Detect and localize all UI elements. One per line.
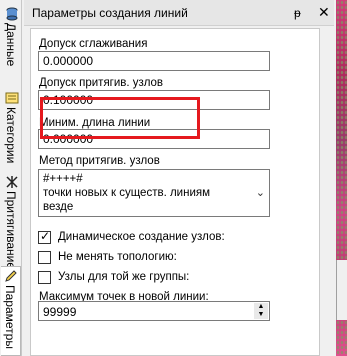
pencil-icon — [5, 270, 17, 282]
same-group-label: Узлы для той же группы: — [58, 271, 190, 283]
max-points-stepper[interactable]: 99999 ▲ ▼ — [38, 301, 270, 321]
panel-titlebar: Параметры создания линий ᵽ ✕ — [24, 0, 334, 26]
tab-snapping[interactable]: Притягивание — [1, 172, 21, 269]
max-points-value: 99999 — [43, 305, 77, 319]
stepper-down-icon[interactable]: ▼ — [254, 311, 268, 319]
tab-parameters[interactable]: Параметры — [1, 266, 21, 356]
snap-method-select[interactable]: #++++# точки новых к существ. линиям вез… — [38, 169, 270, 217]
snap-method-line-1: #++++# — [43, 173, 83, 185]
line-creation-panel: Параметры создания линий ᵽ ✕ Допуск сгла… — [24, 0, 334, 356]
chevron-down-icon[interactable]: ⌄ — [256, 186, 265, 199]
snap-tolerance-label: Допуск притягив. узлов — [39, 77, 164, 89]
dynamic-nodes-label: Динамическое создание узлов: — [58, 231, 225, 243]
checkmark-icon: ✓ — [40, 229, 51, 243]
keep-topology-box[interactable] — [38, 251, 51, 264]
snap-method-line-3: везде — [43, 201, 74, 213]
parameters-form: Допуск сглаживания 0.000000 Допуск притя… — [30, 28, 320, 356]
vertical-tab-strip: Данные Категории Притягивание Параметры — [0, 0, 22, 356]
smoothing-label: Допуск сглаживания — [39, 38, 148, 50]
stepper-up-icon[interactable]: ▲ — [254, 303, 268, 311]
pin-icon[interactable]: ᵽ — [294, 6, 301, 20]
highlight-box — [40, 97, 200, 139]
tab-categories[interactable]: Категории — [1, 88, 21, 168]
dynamic-nodes-box[interactable]: ✓ — [38, 229, 51, 244]
tab-data[interactable]: Данные — [1, 4, 21, 72]
stepper-buttons: ▲ ▼ — [254, 303, 268, 319]
smoothing-input[interactable]: 0.000000 — [38, 51, 270, 71]
snap-method-label: Метод притягив. узлов — [39, 155, 160, 167]
snap-icon — [6, 176, 18, 188]
database-icon — [6, 7, 18, 21]
same-group-box[interactable] — [38, 271, 51, 284]
panel-title: Параметры создания линий — [32, 6, 188, 20]
snap-method-line-2: точки новых к существ. линиям — [43, 187, 211, 199]
scrollbar[interactable] — [336, 260, 347, 320]
categories-icon — [5, 92, 19, 104]
keep-topology-label: Не менять топологию: — [58, 251, 177, 263]
close-icon[interactable]: ✕ — [318, 4, 330, 21]
